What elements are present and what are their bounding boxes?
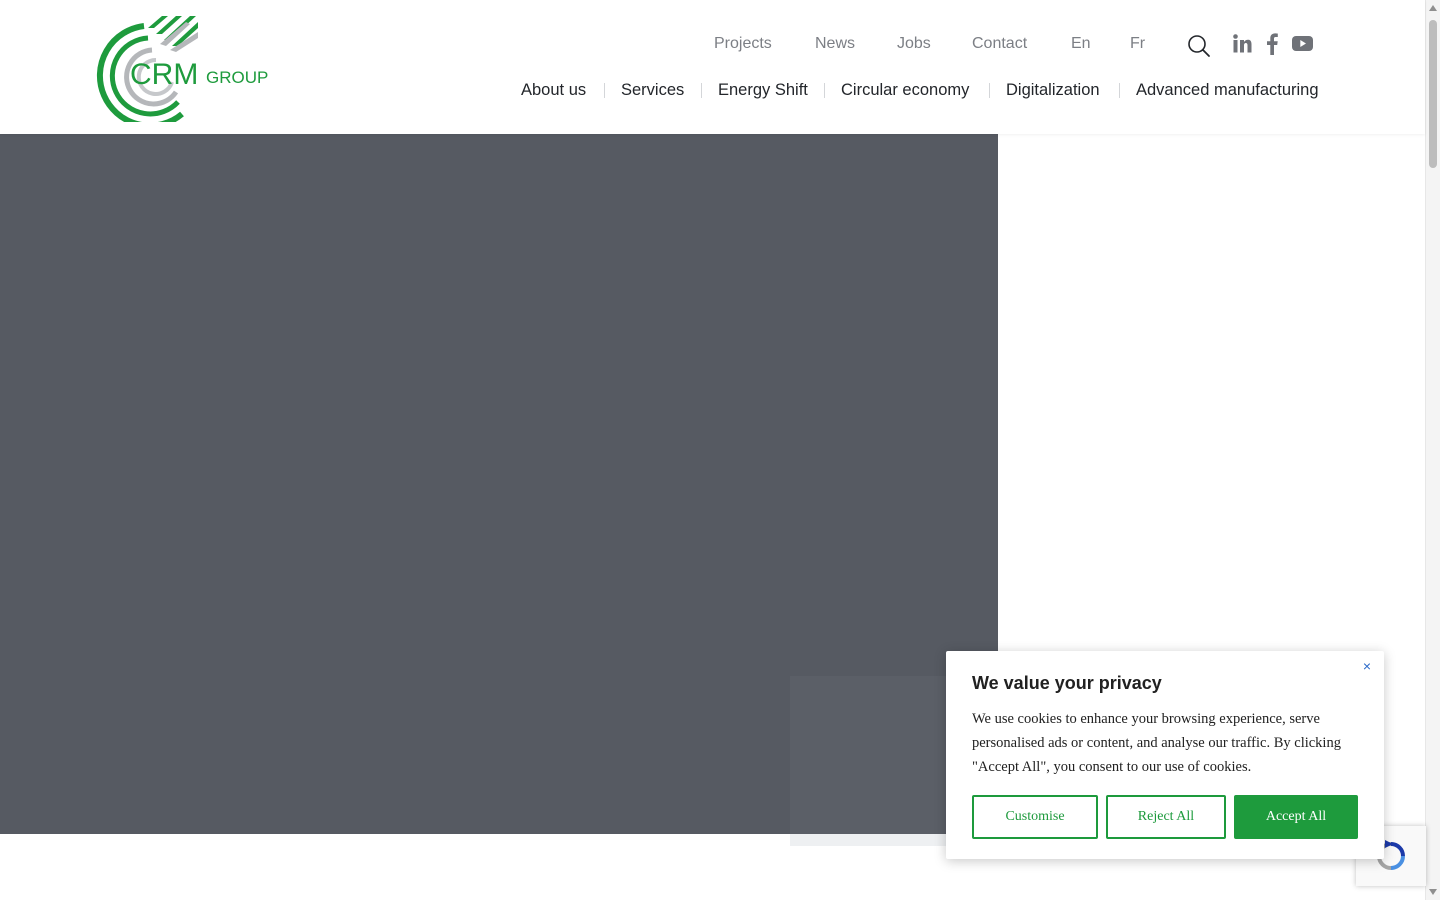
scroll-down-icon[interactable] (1429, 889, 1437, 895)
nav-advanced-manufacturing[interactable]: Advanced manufacturing (1136, 79, 1319, 101)
logo-graphic: CRM GROUP (97, 16, 268, 122)
page-scrollbar[interactable] (1425, 0, 1440, 900)
nav-about-us[interactable]: About us (521, 79, 586, 101)
nav-circular-economy[interactable]: Circular economy (841, 79, 969, 101)
customise-button[interactable]: Customise (972, 795, 1098, 839)
reject-all-button[interactable]: Reject All (1106, 795, 1226, 839)
nav-digitalization[interactable]: Digitalization (1006, 79, 1100, 101)
nav-contact[interactable]: Contact (972, 33, 1027, 55)
youtube-icon[interactable] (1292, 36, 1313, 56)
scroll-thumb[interactable] (1429, 20, 1437, 168)
logo-subtext: GROUP (206, 68, 268, 87)
nav-news[interactable]: News (815, 33, 855, 55)
linkedin-icon[interactable] (1233, 34, 1252, 58)
nav-energy-shift[interactable]: Energy Shift (718, 79, 808, 101)
cookie-title: We value your privacy (972, 673, 1162, 693)
search-icon[interactable] (1187, 34, 1211, 63)
nav-separator (989, 83, 990, 98)
scroll-up-icon[interactable] (1429, 5, 1437, 11)
nav-jobs[interactable]: Jobs (897, 33, 931, 55)
nav-separator (604, 83, 605, 98)
nav-services[interactable]: Services (621, 79, 684, 101)
crm-group-logo[interactable]: CRM GROUP (86, 14, 272, 122)
hero-overlay-edge (790, 834, 950, 846)
nav-separator (1119, 83, 1120, 98)
cookie-consent-banner: × We value your privacy We use cookies t… (946, 651, 1384, 859)
close-icon[interactable]: × (1360, 659, 1374, 673)
nav-projects[interactable]: Projects (714, 33, 772, 55)
cookie-text: We use cookies to enhance your browsing … (972, 711, 1341, 775)
lang-fr[interactable]: Fr (1130, 33, 1145, 55)
nav-separator (824, 83, 825, 98)
facebook-icon[interactable] (1266, 33, 1278, 60)
accept-all-button[interactable]: Accept All (1234, 795, 1358, 839)
nav-separator (701, 83, 702, 98)
logo-text: CRM (130, 58, 198, 91)
site-header: CRM GROUP Projects News Jobs Contact En … (0, 0, 1425, 134)
lang-en[interactable]: En (1071, 33, 1091, 55)
